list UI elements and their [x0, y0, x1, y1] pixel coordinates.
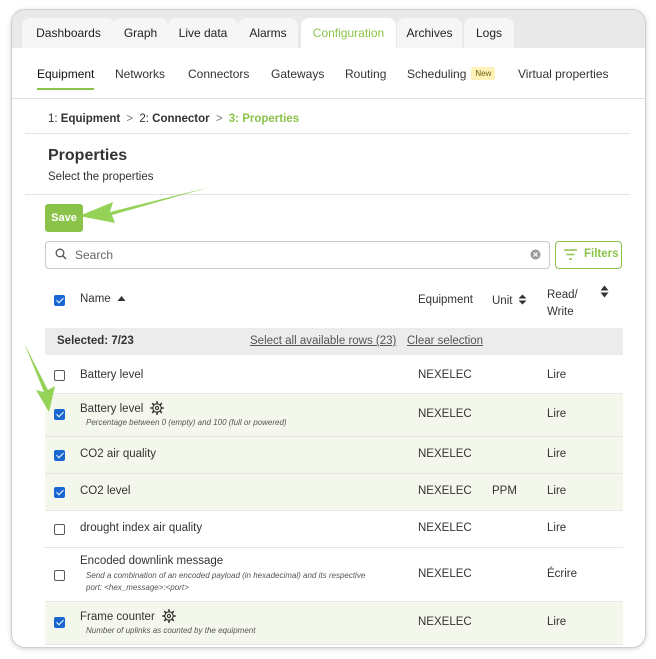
arrow-to-save-icon [79, 187, 210, 223]
arrow-to-checkbox-icon [24, 343, 55, 412]
annotation-arrows [24, 187, 210, 412]
